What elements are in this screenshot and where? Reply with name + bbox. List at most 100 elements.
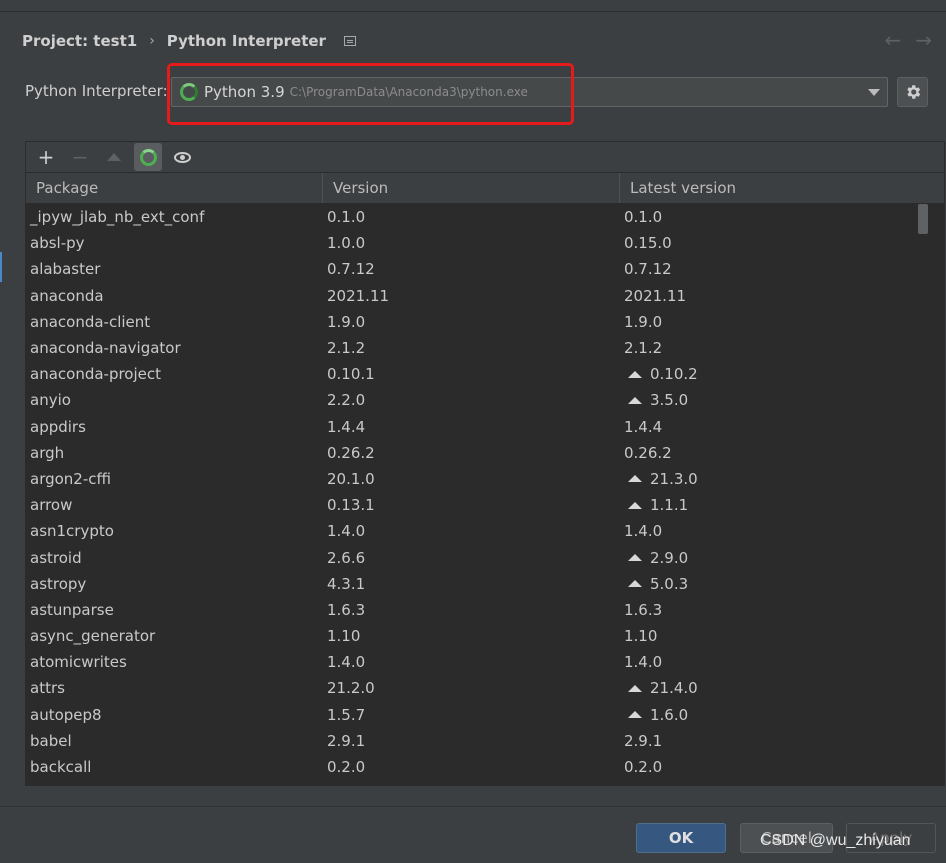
upgrade-available-icon bbox=[628, 501, 642, 509]
latest-version-text: 21.4.0 bbox=[650, 679, 698, 698]
package-name-cell: anaconda-project bbox=[30, 365, 162, 384]
breadcrumb-project[interactable]: Project: test1 bbox=[22, 32, 137, 50]
version-cell: 2.9.1 bbox=[327, 731, 366, 750]
remove-package-button[interactable]: − bbox=[66, 143, 94, 171]
latest-version-cell: 1.9.0 bbox=[624, 313, 919, 331]
latest-version-text: 0.7.12 bbox=[624, 260, 672, 279]
latest-version-text: 2.1.2 bbox=[624, 339, 663, 358]
column-header-package[interactable]: Package bbox=[26, 173, 323, 203]
version-cell: 4.3.1 bbox=[327, 574, 366, 593]
version-cell: 21.2.0 bbox=[327, 679, 375, 698]
table-row[interactable]: absl-py 1.0.0 0.15.0 bbox=[26, 230, 944, 256]
upgrade-available-icon bbox=[628, 580, 642, 588]
table-row[interactable]: astroid 2.6.6 2.9.0 bbox=[26, 544, 944, 570]
latest-version-cell: 0.15.0 bbox=[624, 234, 919, 252]
table-row[interactable]: anaconda-project 0.10.1 0.10.2 bbox=[26, 361, 944, 387]
table-row[interactable]: atomicwrites 1.4.0 1.4.0 bbox=[26, 649, 944, 675]
latest-version-cell: 0.2.0 bbox=[624, 758, 919, 776]
chevron-down-icon[interactable] bbox=[868, 89, 880, 96]
scrollbar-thumb[interactable] bbox=[918, 204, 928, 234]
version-cell: 20.1.0 bbox=[327, 469, 375, 488]
reload-packages-button[interactable] bbox=[134, 143, 162, 171]
package-name-cell: backcall bbox=[30, 758, 92, 777]
forward-arrow-icon[interactable]: → bbox=[915, 28, 932, 52]
back-arrow-icon[interactable]: ← bbox=[884, 28, 901, 52]
latest-version-cell: 21.3.0 bbox=[624, 470, 919, 488]
upgrade-package-button[interactable] bbox=[100, 143, 128, 171]
interpreter-label: Python Interpreter: bbox=[25, 82, 168, 100]
version-cell: 0.2.0 bbox=[327, 758, 366, 777]
package-name-cell: anaconda-client bbox=[30, 312, 151, 331]
table-row[interactable]: alabaster 0.7.12 0.7.12 bbox=[26, 256, 944, 282]
latest-version-cell: 0.7.12 bbox=[624, 260, 919, 278]
table-row[interactable]: babel 2.9.1 2.9.1 bbox=[26, 728, 944, 754]
latest-version-cell: 2.1.2 bbox=[624, 339, 919, 357]
latest-version-text: 5.0.3 bbox=[650, 574, 689, 593]
show-early-releases-button[interactable] bbox=[168, 143, 196, 171]
table-row[interactable]: autopep8 1.5.7 1.6.0 bbox=[26, 702, 944, 728]
package-name-cell: astunparse bbox=[30, 600, 114, 619]
version-cell: 0.10.1 bbox=[327, 365, 375, 384]
table-row[interactable]: anaconda-navigator 2.1.2 2.1.2 bbox=[26, 335, 944, 361]
upgrade-available-icon bbox=[628, 475, 642, 483]
highlight-annotation bbox=[167, 63, 574, 125]
settings-scope-icon bbox=[343, 36, 356, 46]
latest-version-text: 21.3.0 bbox=[650, 469, 698, 488]
latest-version-text: 0.10.2 bbox=[650, 365, 698, 384]
latest-version-cell: 1.10 bbox=[624, 627, 919, 645]
upgrade-icon bbox=[107, 153, 121, 161]
table-row[interactable]: anaconda 2021.11 2021.11 bbox=[26, 283, 944, 309]
version-cell: 1.10 bbox=[327, 627, 361, 646]
version-cell: 1.0.0 bbox=[327, 234, 366, 253]
table-row[interactable]: argh 0.26.2 0.26.2 bbox=[26, 440, 944, 466]
table-row[interactable]: attrs 21.2.0 21.4.0 bbox=[26, 675, 944, 701]
package-name-cell: asn1crypto bbox=[30, 522, 114, 541]
package-name-cell: anyio bbox=[30, 391, 71, 410]
table-row[interactable]: argon2-cffi 20.1.0 21.3.0 bbox=[26, 466, 944, 492]
table-row[interactable]: _ipyw_jlab_nb_ext_conf 0.1.0 0.1.0 bbox=[26, 204, 944, 230]
latest-version-text: 1.1.1 bbox=[650, 496, 689, 515]
table-row[interactable]: asn1crypto 1.4.0 1.4.0 bbox=[26, 518, 944, 544]
table-row[interactable]: backcall 0.2.0 0.2.0 bbox=[26, 754, 944, 780]
eye-icon bbox=[173, 151, 191, 163]
ok-button[interactable]: OK bbox=[636, 823, 726, 853]
table-row[interactable]: astropy 4.3.1 5.0.3 bbox=[26, 571, 944, 597]
loading-spinner-icon bbox=[139, 148, 157, 166]
scrollbar-track[interactable] bbox=[916, 204, 930, 786]
table-row[interactable]: appdirs 1.4.4 1.4.4 bbox=[26, 414, 944, 440]
version-cell: 2.2.0 bbox=[327, 391, 366, 410]
interpreter-settings-button[interactable] bbox=[897, 77, 928, 107]
package-name-cell: attrs bbox=[30, 679, 65, 698]
upgrade-available-icon bbox=[628, 396, 642, 404]
dialog-top-edge bbox=[0, 0, 946, 12]
latest-version-cell: 0.10.2 bbox=[624, 365, 919, 383]
latest-version-cell: 1.4.0 bbox=[624, 522, 919, 540]
latest-version-text: 0.2.0 bbox=[624, 758, 663, 777]
table-row[interactable]: anyio 2.2.0 3.5.0 bbox=[26, 387, 944, 413]
version-cell: 0.13.1 bbox=[327, 496, 375, 515]
column-header-latest-version[interactable]: Latest version bbox=[620, 173, 915, 203]
latest-version-text: 0.15.0 bbox=[624, 234, 672, 253]
package-name-cell: babel bbox=[30, 731, 72, 750]
table-row[interactable]: anaconda-client 1.9.0 1.9.0 bbox=[26, 309, 944, 335]
package-name-cell: anaconda-navigator bbox=[30, 339, 181, 358]
package-name-cell: astroid bbox=[30, 548, 82, 567]
table-row[interactable]: async_generator 1.10 1.10 bbox=[26, 623, 944, 649]
latest-version-text: 3.5.0 bbox=[650, 391, 689, 410]
add-package-button[interactable]: + bbox=[32, 143, 60, 171]
table-row[interactable]: astunparse 1.6.3 1.6.3 bbox=[26, 597, 944, 623]
version-cell: 1.4.0 bbox=[327, 522, 366, 541]
latest-version-text: 1.10 bbox=[624, 627, 658, 646]
latest-version-cell: 1.1.1 bbox=[624, 496, 919, 514]
packages-toolbar: + − bbox=[25, 141, 945, 172]
latest-version-cell: 0.1.0 bbox=[624, 208, 919, 226]
page-title: Python Interpreter bbox=[166, 32, 326, 50]
latest-version-cell: 1.6.3 bbox=[624, 601, 919, 619]
package-name-cell: anaconda bbox=[30, 286, 104, 305]
latest-version-cell: 3.5.0 bbox=[624, 391, 919, 409]
version-cell: 2021.11 bbox=[327, 286, 390, 305]
watermark: CSDN @wu_zhiyuan bbox=[760, 832, 911, 849]
latest-version-cell: 2021.11 bbox=[624, 287, 919, 305]
table-row[interactable]: arrow 0.13.1 1.1.1 bbox=[26, 492, 944, 518]
column-header-version[interactable]: Version bbox=[323, 173, 620, 203]
